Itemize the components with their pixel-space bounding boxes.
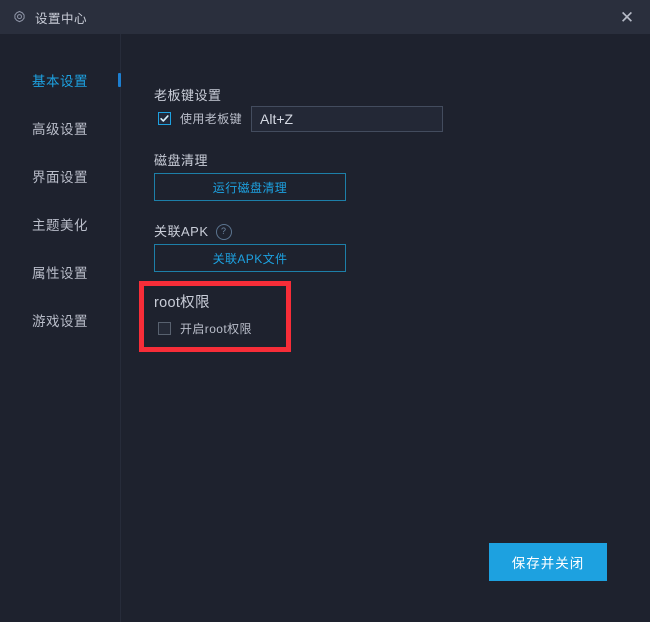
sidebar-item-advanced-settings[interactable]: 高级设置 xyxy=(0,104,120,152)
sidebar: 基本设置 高级设置 界面设置 主题美化 属性设置 游戏设置 xyxy=(0,34,121,622)
associate-apk-file-button[interactable]: 关联APK文件 xyxy=(154,244,346,272)
sidebar-item-interface-settings[interactable]: 界面设置 xyxy=(0,152,120,200)
gear-icon xyxy=(11,9,27,25)
boss-key-checkbox-label: 使用老板键 xyxy=(180,112,243,126)
help-icon[interactable]: ? xyxy=(215,223,232,240)
root-checkbox-row[interactable]: 开启root权限 xyxy=(158,320,252,337)
sidebar-item-label: 游戏设置 xyxy=(32,314,88,329)
sidebar-item-label: 界面设置 xyxy=(32,170,88,185)
sidebar-item-property-settings[interactable]: 属性设置 xyxy=(0,248,120,296)
sidebar-item-label: 基本设置 xyxy=(32,74,88,89)
content-pane: 老板键设置 使用老板键 磁盘清理 运行磁盘清理 关联APK ? 关联APK文件 … xyxy=(121,34,650,622)
run-disk-clean-button[interactable]: 运行磁盘清理 xyxy=(154,173,346,201)
root-permission-checkbox[interactable] xyxy=(158,322,171,335)
boss-key-hotkey-input[interactable] xyxy=(251,106,443,132)
root-section-title: root权限 xyxy=(154,295,210,311)
sidebar-item-theme-beautify[interactable]: 主题美化 xyxy=(0,200,120,248)
sidebar-item-label: 属性设置 xyxy=(32,266,88,281)
close-icon[interactable]: ✕ xyxy=(604,0,650,34)
boss-key-checkbox[interactable] xyxy=(158,112,171,125)
save-and-close-button[interactable]: 保存并关闭 xyxy=(489,543,607,581)
boss-key-checkbox-row[interactable]: 使用老板键 xyxy=(158,110,242,127)
disk-clean-section-title: 磁盘清理 xyxy=(154,153,209,168)
window-title: 设置中心 xyxy=(35,11,88,26)
boss-key-section-title: 老板键设置 xyxy=(154,88,222,103)
sidebar-item-label: 高级设置 xyxy=(32,122,88,137)
settings-window: 设置中心 ✕ 基本设置 高级设置 界面设置 主题美化 属性设置 游戏设置 老板键… xyxy=(0,0,650,622)
root-checkbox-label: 开启root权限 xyxy=(180,322,252,336)
sidebar-item-label: 主题美化 xyxy=(32,218,88,233)
titlebar: 设置中心 ✕ xyxy=(0,0,650,34)
apk-section-header: 关联APK ? xyxy=(154,221,232,240)
sidebar-top-spacer xyxy=(0,34,120,56)
apk-section-title: 关联APK xyxy=(154,224,209,239)
sidebar-item-basic-settings[interactable]: 基本设置 xyxy=(0,56,121,104)
sidebar-item-game-settings[interactable]: 游戏设置 xyxy=(0,296,120,344)
